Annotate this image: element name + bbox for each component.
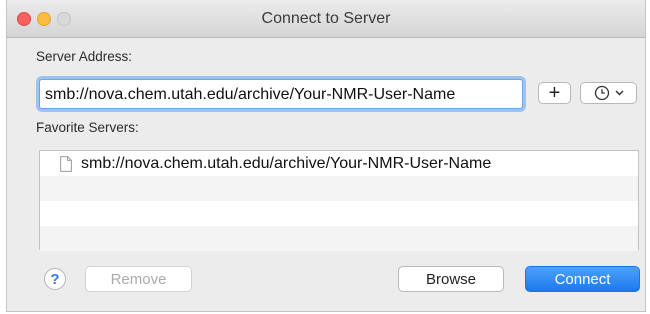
favorite-servers-list: smb://nova.chem.utah.edu/archive/Your-NM…: [39, 150, 639, 251]
empty-row: [40, 201, 638, 226]
server-address-label: Server Address:: [36, 49, 133, 64]
list-item[interactable]: smb://nova.chem.utah.edu/archive/Your-NM…: [40, 151, 638, 176]
title-bar: Connect to Server: [7, 0, 645, 38]
document-icon: [60, 155, 72, 172]
server-address-field[interactable]: [39, 79, 523, 109]
empty-row: [40, 176, 638, 201]
favorite-servers-label: Favorite Servers:: [36, 120, 139, 135]
add-to-favorites-button[interactable]: +: [538, 82, 571, 104]
help-button[interactable]: ?: [44, 268, 66, 290]
server-address-input[interactable]: [40, 80, 522, 108]
remove-button: Remove: [85, 266, 192, 292]
connect-button[interactable]: Connect: [525, 266, 640, 292]
recent-servers-button[interactable]: [580, 82, 637, 104]
empty-row: [40, 226, 638, 251]
chevron-down-icon: [614, 90, 624, 96]
window-title: Connect to Server: [261, 10, 391, 27]
list-item-label: smb://nova.chem.utah.edu/archive/Your-NM…: [81, 154, 492, 172]
browse-button[interactable]: Browse: [398, 266, 504, 292]
clock-icon: [594, 85, 609, 101]
connect-to-server-window: Connect to Server Server Address: + Favo…: [6, 0, 646, 312]
